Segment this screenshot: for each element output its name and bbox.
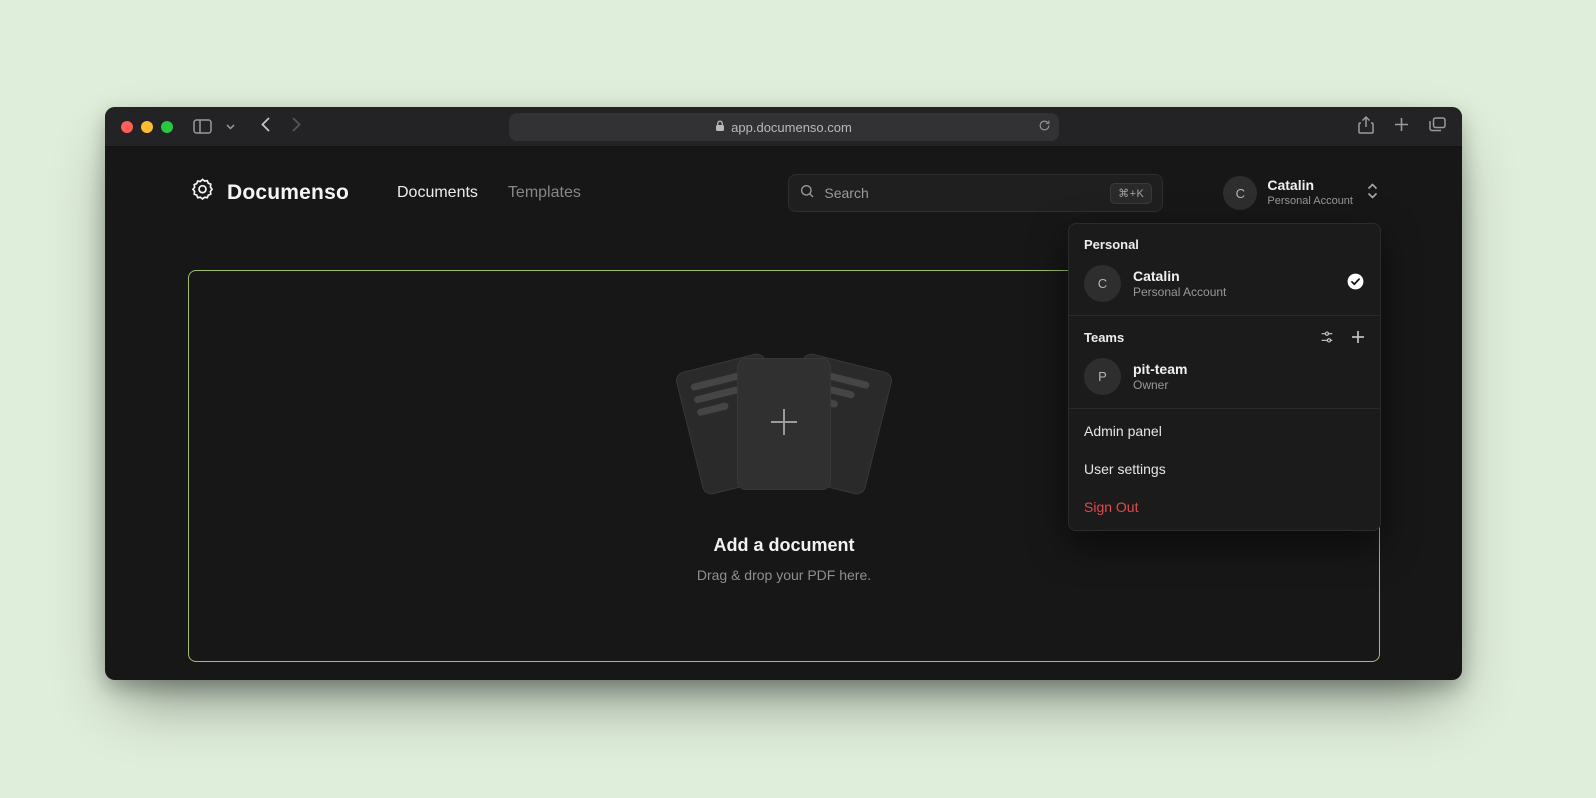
card-front <box>737 358 831 490</box>
teams-section-label: Teams <box>1084 330 1124 345</box>
main-nav: Documents Templates <box>397 184 581 202</box>
sidebar-toggle-icon[interactable] <box>193 119 212 134</box>
search-shortcut-badge: ⌘+K <box>1110 183 1152 204</box>
avatar: C <box>1084 265 1121 302</box>
nav-documents[interactable]: Documents <box>397 184 478 202</box>
account-name: Catalin <box>1267 177 1353 195</box>
search-input[interactable]: Search ⌘+K <box>788 174 1163 212</box>
avatar: C <box>1223 176 1257 210</box>
browser-window: app.documenso.com <box>105 107 1462 680</box>
search-icon <box>799 183 815 204</box>
personal-section-label: Personal <box>1069 224 1380 260</box>
brand[interactable]: Documenso <box>189 177 349 209</box>
personal-account-type: Personal Account <box>1133 285 1226 301</box>
browser-titlebar: app.documenso.com <box>105 107 1462 147</box>
new-tab-icon[interactable] <box>1394 117 1409 137</box>
avatar: P <box>1084 358 1121 395</box>
share-icon[interactable] <box>1358 116 1374 139</box>
chevron-down-icon[interactable] <box>226 124 235 130</box>
team-name: pit-team <box>1133 360 1187 378</box>
add-team-icon[interactable] <box>1351 330 1365 344</box>
back-button-icon[interactable] <box>261 117 270 137</box>
menu-item-user-settings[interactable]: User settings <box>1069 450 1380 488</box>
nav-templates[interactable]: Templates <box>508 184 581 202</box>
tab-overview-icon[interactable] <box>1429 117 1446 137</box>
zoom-window-button[interactable] <box>161 121 173 133</box>
selected-check-icon <box>1346 272 1365 296</box>
reload-icon[interactable] <box>1038 119 1051 135</box>
brand-name: Documenso <box>227 181 349 205</box>
documenso-logo-icon <box>189 177 216 209</box>
account-dropdown-menu: Personal C Catalin Personal Account Team… <box>1068 223 1381 531</box>
account-menu-button[interactable]: C Catalin Personal Account <box>1223 176 1378 210</box>
personal-account-name: Catalin <box>1133 267 1226 285</box>
traffic-lights <box>121 121 173 133</box>
team-item[interactable]: P pit-team Owner <box>1069 353 1380 408</box>
lock-icon <box>715 120 725 135</box>
chevrons-up-down-icon <box>1367 183 1378 204</box>
address-bar-url: app.documenso.com <box>731 120 852 135</box>
close-window-button[interactable] <box>121 121 133 133</box>
teams-section-header: Teams <box>1069 316 1380 353</box>
dropzone-subtitle: Drag & drop your PDF here. <box>697 567 871 583</box>
minimize-window-button[interactable] <box>141 121 153 133</box>
personal-account-item[interactable]: C Catalin Personal Account <box>1069 260 1380 315</box>
dropzone-title: Add a document <box>713 535 854 556</box>
account-type: Personal Account <box>1267 195 1353 209</box>
forward-button-icon[interactable] <box>292 117 301 137</box>
team-role: Owner <box>1133 378 1187 394</box>
document-cards-illustration <box>674 349 894 499</box>
plus-icon <box>767 405 801 444</box>
menu-item-admin-panel[interactable]: Admin panel <box>1069 409 1380 450</box>
search-placeholder: Search <box>824 185 868 201</box>
address-bar[interactable]: app.documenso.com <box>509 113 1059 141</box>
menu-item-sign-out[interactable]: Sign Out <box>1069 488 1380 530</box>
manage-teams-icon[interactable] <box>1319 329 1335 345</box>
